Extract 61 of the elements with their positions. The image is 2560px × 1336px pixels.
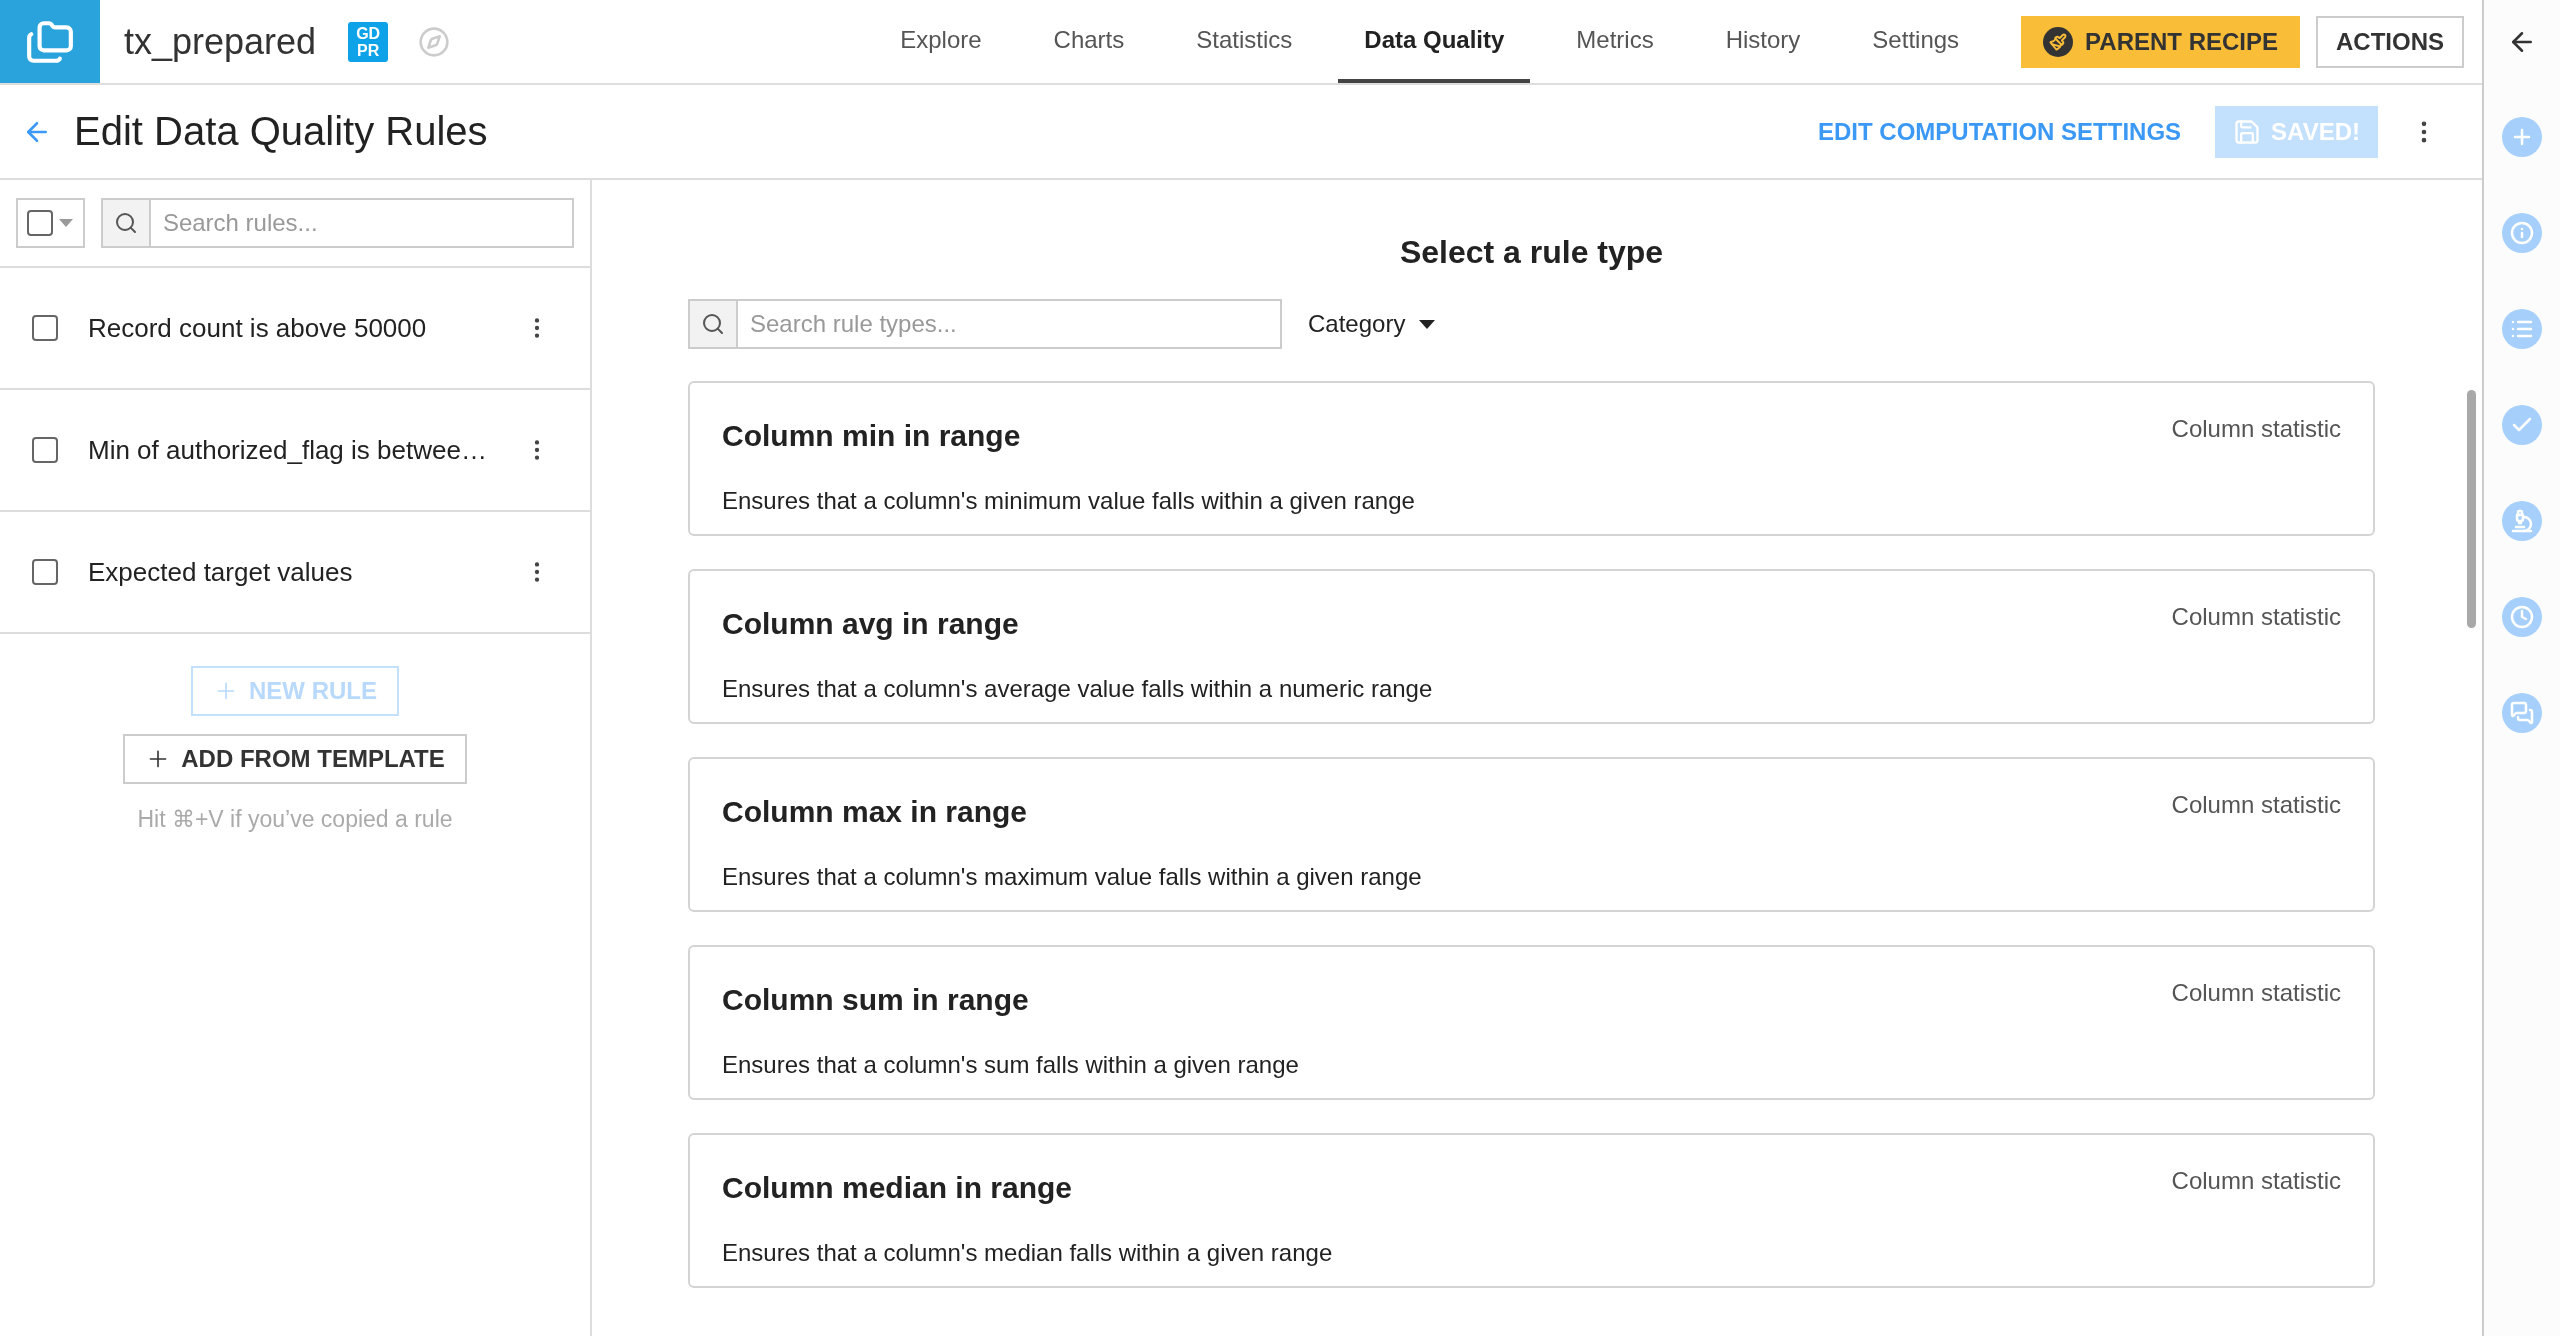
chat-icon[interactable]: [2502, 693, 2542, 733]
category-dropdown[interactable]: Category: [1308, 310, 1436, 338]
plus-icon[interactable]: [2502, 117, 2542, 157]
card-category: Column statistic: [2171, 979, 2341, 1008]
card-description: Ensures that a column's average value falls within a numeric range: [722, 674, 1434, 704]
add-from-template-button[interactable]: ADD FROM TEMPLATE: [123, 734, 467, 784]
rule-type-card[interactable]: Column sum in range Column statistic Ensures that a column's sum falls within a given range: [688, 945, 2375, 1100]
dataset-name: tx_prepared: [124, 20, 317, 63]
rule-label: Record count is above 50000: [88, 312, 427, 344]
card-title: Column max in range: [722, 795, 1029, 830]
rule-item[interactable]: Min of authorized_flag is betwee…: [0, 390, 590, 512]
brush-icon: [2043, 26, 2074, 57]
card-description: Ensures that a column's maximum value falls within a given range: [722, 862, 1423, 892]
nav-tab[interactable]: Data Quality: [1338, 0, 1531, 83]
nav-tab[interactable]: Explore: [874, 0, 1008, 83]
clock-icon[interactable]: [2502, 597, 2542, 637]
nav-tab[interactable]: Charts: [1027, 0, 1151, 83]
card-title: Column min in range: [722, 419, 1022, 454]
check-icon[interactable]: [2502, 405, 2542, 445]
card-description: Ensures that a column's median falls within a given range: [722, 1238, 1334, 1268]
card-category: Column statistic: [2171, 791, 2341, 820]
rule-label: Expected target values: [88, 556, 353, 588]
nav-tab[interactable]: Metrics: [1550, 0, 1680, 83]
dataset-icon[interactable]: [0, 0, 100, 83]
search-field[interactable]: Search rules...: [150, 198, 574, 248]
card-title: Column median in range: [722, 1171, 1074, 1206]
rule-type-card[interactable]: Column avg in range Column statistic Ensures that a column's average value falls within a numeric range: [688, 569, 2375, 724]
rule-type-card[interactable]: Column median in range Column statistic Ensures that a column's median falls within a given range: [688, 1133, 2375, 1288]
rule-item[interactable]: Record count is above 50000: [0, 268, 590, 390]
card-description: Ensures that a column's minimum value falls within a given range: [722, 486, 1416, 516]
card-category: Column statistic: [2171, 415, 2341, 444]
card-category: Column statistic: [2171, 603, 2341, 632]
microscope-icon[interactable]: [2502, 501, 2542, 541]
rule-item[interactable]: Expected target values: [0, 512, 590, 634]
card-title: Column sum in range: [722, 983, 1030, 1018]
rule-type-card[interactable]: Column max in range Column statistic Ensures that a column's maximum value falls within a given range: [688, 757, 2375, 912]
rule-type-card[interactable]: Column min in range Column statistic Ensures that a column's minimum value falls within a given range: [688, 381, 2375, 536]
info-icon[interactable]: [2502, 213, 2542, 253]
card-title: Column avg in range: [722, 607, 1020, 642]
parent-recipe-button[interactable]: PARENT RECIPE: [2021, 15, 2300, 68]
checkbox[interactable]: [32, 559, 58, 585]
list-icon[interactable]: [2502, 309, 2542, 349]
search-icon: [100, 198, 151, 248]
actions-button[interactable]: ACTIONS: [2316, 15, 2464, 68]
nav-tab[interactable]: Statistics: [1170, 0, 1319, 83]
compass-icon[interactable]: [418, 25, 451, 58]
checkbox[interactable]: [32, 315, 58, 341]
checkbox[interactable]: [32, 437, 58, 463]
paste-hint: Hit ⌘+V if you’ve copied a rule: [137, 806, 453, 833]
search-field[interactable]: Search rule types...: [738, 299, 1282, 349]
card-category: Column statistic: [2171, 1167, 2341, 1196]
gdpr-badge: GD PR: [348, 21, 389, 62]
rule-label: Min of authorized_flag is betwee…: [88, 434, 487, 466]
section-heading: Select a rule type: [1399, 234, 1664, 271]
nav-tab[interactable]: Settings: [1846, 0, 1986, 83]
nav-tab[interactable]: History: [1699, 0, 1827, 83]
page-title: Edit Data Quality Rules: [74, 109, 488, 154]
search-icon: [688, 299, 738, 349]
select-all-dropdown[interactable]: [16, 198, 85, 248]
scrollbar[interactable]: [2467, 390, 2476, 628]
card-description: Ensures that a column's sum falls within a given range: [722, 1050, 1300, 1080]
